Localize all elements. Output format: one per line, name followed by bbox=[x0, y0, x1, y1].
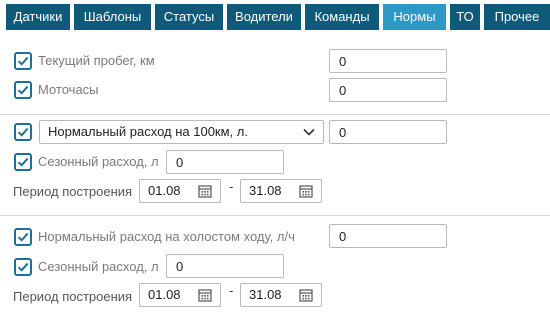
tab-bar: Датчики Шаблоны Статусы Водители Команды… bbox=[0, 0, 550, 32]
normal-consumption-input[interactable] bbox=[329, 120, 447, 144]
period-to-date[interactable]: 31.08 bbox=[240, 179, 322, 203]
seasonal-consumption-label: Сезонный расход, л bbox=[38, 154, 159, 169]
idle-period-from-value: 01.08 bbox=[148, 287, 181, 302]
tab-norms[interactable]: Нормы bbox=[383, 4, 446, 30]
tab-other[interactable]: Прочее bbox=[484, 4, 550, 30]
calendar-icon bbox=[198, 185, 212, 198]
check-icon bbox=[17, 127, 29, 137]
calendar-icon bbox=[299, 185, 313, 198]
tab-drivers[interactable]: Водители bbox=[227, 4, 301, 30]
idle-seasonal-checkbox[interactable] bbox=[14, 258, 32, 276]
calendar-icon bbox=[299, 289, 313, 302]
period-from-date[interactable]: 01.08 bbox=[139, 179, 221, 203]
tab-statuses[interactable]: Статусы bbox=[155, 4, 223, 30]
consumption-type-select[interactable]: Нормальный расход на 100км, л. bbox=[39, 120, 324, 144]
check-icon bbox=[17, 85, 29, 95]
chevron-down-icon bbox=[303, 128, 315, 136]
seasonal-consumption-checkbox[interactable] bbox=[14, 153, 32, 171]
seasonal-consumption-input[interactable] bbox=[166, 150, 284, 174]
tab-sensors[interactable]: Датчики bbox=[6, 4, 70, 30]
idle-period-to-value: 31.08 bbox=[249, 287, 282, 302]
calendar-icon bbox=[198, 289, 212, 302]
idle-seasonal-label: Сезонный расход, л bbox=[38, 259, 159, 274]
idle-period-dash: - bbox=[229, 283, 234, 298]
engine-hours-checkbox[interactable] bbox=[14, 81, 32, 99]
period-from-value: 01.08 bbox=[148, 183, 181, 198]
idle-consumption-input[interactable] bbox=[329, 224, 447, 248]
tab-maintenance[interactable]: ТО bbox=[450, 4, 480, 30]
engine-hours-label: Моточасы bbox=[38, 82, 99, 97]
period-to-value: 31.08 bbox=[249, 183, 282, 198]
check-icon bbox=[17, 262, 29, 272]
idle-period-to-date[interactable]: 31.08 bbox=[240, 283, 322, 307]
mileage-input[interactable] bbox=[329, 49, 447, 73]
idle-period-label: Период построения bbox=[13, 289, 133, 304]
idle-seasonal-input[interactable] bbox=[166, 254, 284, 278]
tab-commands[interactable]: Команды bbox=[305, 4, 379, 30]
idle-consumption-checkbox[interactable] bbox=[14, 228, 32, 246]
idle-consumption-label: Нормальный расход на холостом ходу, л/ч bbox=[38, 229, 295, 244]
section-divider bbox=[0, 215, 550, 216]
idle-period-from-date[interactable]: 01.08 bbox=[139, 283, 221, 307]
check-icon bbox=[17, 157, 29, 167]
mileage-label: Текущий пробег, км bbox=[38, 53, 155, 68]
mileage-checkbox[interactable] bbox=[14, 52, 32, 70]
normal-consumption-checkbox[interactable] bbox=[14, 123, 32, 141]
period-label: Период построения bbox=[13, 184, 133, 199]
section-divider bbox=[0, 114, 550, 115]
consumption-type-value: Нормальный расход на 100км, л. bbox=[48, 124, 248, 139]
period-dash: - bbox=[229, 179, 234, 194]
check-icon bbox=[17, 56, 29, 66]
check-icon bbox=[17, 232, 29, 242]
tab-templates[interactable]: Шаблоны bbox=[74, 4, 151, 30]
engine-hours-input[interactable] bbox=[329, 78, 447, 102]
